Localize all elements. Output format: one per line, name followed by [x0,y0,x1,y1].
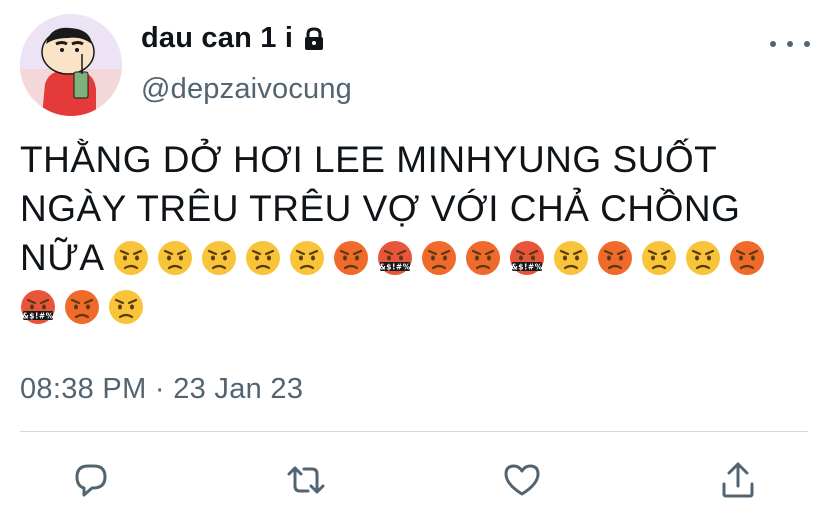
tweet-timestamp[interactable]: 08:38 PM · 23 Jan 23 [20,373,303,406]
cursing-face-emoji: &$!#% [377,240,413,276]
more-options-icon[interactable] [770,34,810,54]
cursing-face-emoji: &$!#% [20,289,56,325]
angry-face-emoji [333,240,369,276]
svg-text:&$!#%: &$!#% [512,263,543,272]
annoyed-face-emoji [157,240,193,276]
angry-face-emoji [421,240,457,276]
tweet-text: THẰNG DỞ HƠI LEE MINHYUNG SUỐT NGÀY TRÊU… [20,135,810,331]
emoji-sequence: &$!#% &$!#% &$!#% [20,237,773,327]
like-button[interactable] [498,456,546,504]
share-button[interactable] [714,456,762,504]
angry-face-emoji [465,240,501,276]
user-handle[interactable]: @depzaivocung [141,73,352,106]
annoyed-face-emoji [641,240,677,276]
cursing-face-emoji: &$!#% [509,240,545,276]
divider [20,431,808,432]
angry-face-emoji [64,289,100,325]
profile-avatar[interactable] [20,14,122,116]
annoyed-face-emoji [289,240,325,276]
annoyed-face-emoji [553,240,589,276]
reply-icon [75,464,107,497]
annoyed-face-emoji [685,240,721,276]
lock-icon [301,26,327,52]
annoyed-face-emoji [201,240,237,276]
annoyed-face-emoji [113,240,149,276]
heart-icon [504,464,540,496]
reply-button[interactable] [67,456,115,504]
angry-face-emoji [729,240,765,276]
svg-text:&$!#%: &$!#% [380,263,411,272]
user-name-row[interactable]: dau can 1 i [141,22,327,55]
annoyed-face-emoji [108,289,144,325]
display-name[interactable]: dau can 1 i [141,22,293,55]
share-icon [722,462,754,498]
angry-face-emoji [597,240,633,276]
annoyed-face-emoji [245,240,281,276]
svg-text:&$!#%: &$!#% [22,312,53,321]
tweet-actions [0,456,828,504]
retweet-button[interactable] [282,456,330,504]
retweet-icon [287,466,325,494]
